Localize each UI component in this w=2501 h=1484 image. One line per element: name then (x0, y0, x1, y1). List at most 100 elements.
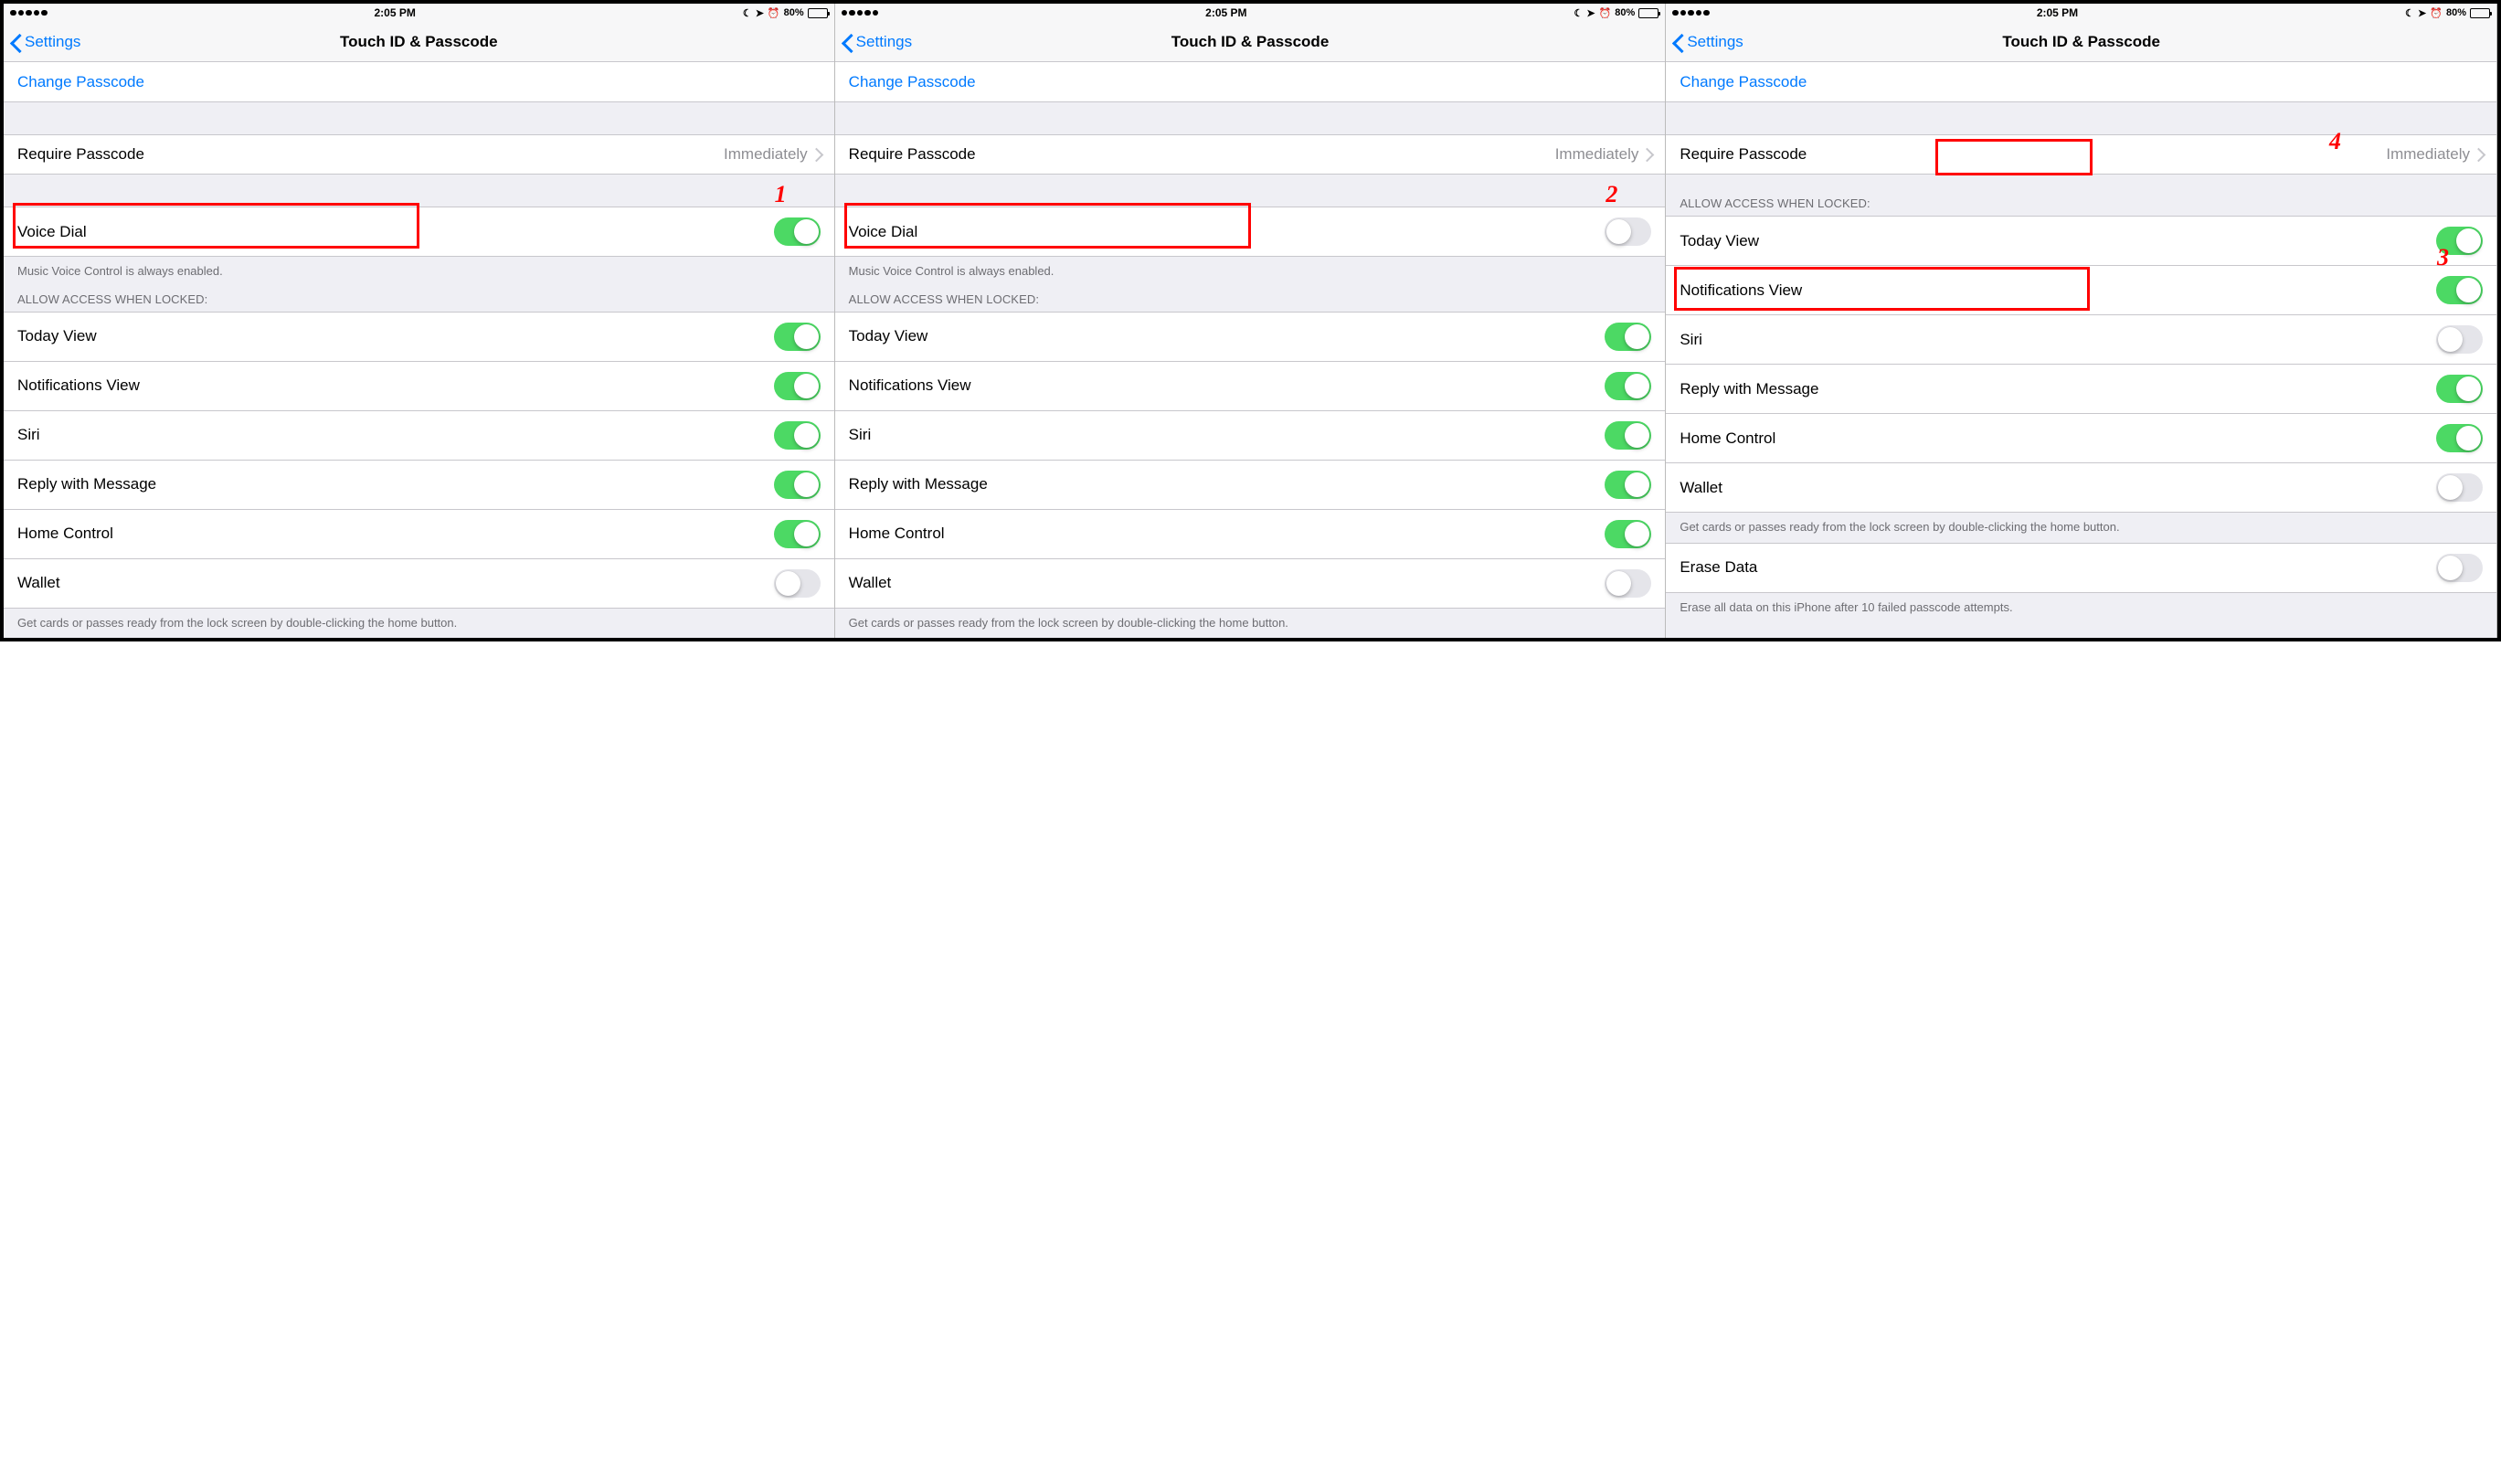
status-icons: ☾ ➤ ⏰ 80% (1574, 7, 1659, 19)
today-view-row[interactable]: Today View (1666, 217, 2496, 265)
clock: 2:05 PM (374, 6, 415, 19)
require-passcode-label: Require Passcode (17, 145, 144, 164)
annotation-number-1: 1 (775, 181, 787, 208)
allow-access-header: ALLOW ACCESS WHEN LOCKED: (1666, 175, 2496, 216)
back-button[interactable]: Settings (842, 33, 912, 51)
voice-dial-toggle[interactable] (774, 217, 821, 246)
wallet-toggle[interactable] (774, 569, 821, 598)
chevron-right-icon (2475, 148, 2483, 161)
clock: 2:05 PM (1205, 6, 1246, 19)
home-control-row[interactable]: Home Control (835, 509, 1666, 558)
wallet-row[interactable]: Wallet (835, 558, 1666, 609)
location-icon: ➤ (756, 7, 764, 19)
voice-dial-footer: Music Voice Control is always enabled. (835, 257, 1666, 287)
do-not-disturb-icon: ☾ (2405, 7, 2414, 19)
settings-content: Change Passcode Require Passcode Immedia… (835, 62, 1666, 638)
home-control-toggle[interactable] (774, 520, 821, 548)
settings-content: Change Passcode Require Passcode Immedia… (4, 62, 834, 638)
screenshot-pane-2: 2:05 PM ☾ ➤ ⏰ 80% Settings Touch ID & Pa… (835, 4, 1667, 638)
battery-percent: 80% (1615, 7, 1635, 18)
require-passcode-value: Immediately (724, 145, 821, 164)
battery-percent: 80% (2446, 7, 2466, 18)
annotation-number-2: 2 (1606, 181, 1617, 208)
chevron-left-icon (1673, 33, 1684, 51)
back-label: Settings (25, 33, 80, 51)
chevron-right-icon (813, 148, 821, 161)
erase-data-row[interactable]: Erase Data (1666, 543, 2496, 593)
annotation-number-3: 3 (2437, 244, 2449, 271)
siri-row[interactable]: Siri (1666, 314, 2496, 364)
home-control-row[interactable]: Home Control (4, 509, 834, 558)
change-passcode-row[interactable]: Change Passcode (4, 62, 834, 102)
signal-strength (10, 10, 48, 16)
home-control-toggle[interactable] (1605, 520, 1651, 548)
siri-toggle[interactable] (774, 421, 821, 450)
screenshot-pane-3: 2:05 PM ☾ ➤ ⏰ 80% Settings Touch ID & Pa… (1666, 4, 2497, 638)
require-passcode-row[interactable]: Require Passcode Immediately (835, 134, 1666, 175)
chevron-right-icon (1644, 148, 1651, 161)
reply-with-message-toggle[interactable] (774, 471, 821, 499)
wallet-row[interactable]: Wallet (1666, 462, 2496, 513)
notifications-view-row[interactable]: Notifications View (4, 361, 834, 410)
today-view-row[interactable]: Today View (835, 313, 1666, 361)
voice-dial-toggle[interactable] (1605, 217, 1651, 246)
location-icon: ➤ (2418, 7, 2426, 19)
today-view-toggle[interactable] (774, 323, 821, 351)
siri-toggle[interactable] (2436, 325, 2483, 354)
battery-icon (808, 8, 828, 18)
home-control-row[interactable]: Home Control (1666, 413, 2496, 462)
require-passcode-value: Immediately (2386, 145, 2483, 164)
status-bar: 2:05 PM ☾ ➤ ⏰ 80% (835, 4, 1666, 22)
reply-with-message-toggle[interactable] (1605, 471, 1651, 499)
wallet-row[interactable]: Wallet (4, 558, 834, 609)
reply-with-message-row[interactable]: Reply with Message (1666, 364, 2496, 413)
voice-dial-row[interactable]: Voice Dial (835, 207, 1666, 257)
alarm-icon: ⏰ (2430, 7, 2443, 19)
allow-access-header: ALLOW ACCESS WHEN LOCKED: (835, 287, 1666, 312)
change-passcode-row[interactable]: Change Passcode (835, 62, 1666, 102)
notifications-view-toggle[interactable] (774, 372, 821, 400)
page-title: Touch ID & Passcode (1666, 33, 2496, 51)
battery-icon (1638, 8, 1659, 18)
erase-data-toggle[interactable] (2436, 554, 2483, 582)
notifications-view-toggle[interactable] (2436, 276, 2483, 304)
voice-dial-footer: Music Voice Control is always enabled. (4, 257, 834, 287)
back-button[interactable]: Settings (11, 33, 80, 51)
page-title: Touch ID & Passcode (4, 33, 834, 51)
screenshot-pane-1: 2:05 PM ☾ ➤ ⏰ 80% Settings Touch ID & Pa… (4, 4, 835, 638)
notifications-view-row[interactable]: Notifications View (835, 361, 1666, 410)
require-passcode-row[interactable]: Require Passcode Immediately (4, 134, 834, 175)
status-bar: 2:05 PM ☾ ➤ ⏰ 80% (1666, 4, 2496, 22)
back-button[interactable]: Settings (1673, 33, 1743, 51)
nav-bar: Settings Touch ID & Passcode (1666, 22, 2496, 62)
notifications-view-row[interactable]: Notifications View (1666, 265, 2496, 314)
reply-with-message-row[interactable]: Reply with Message (835, 460, 1666, 509)
alarm-icon: ⏰ (768, 7, 780, 19)
change-passcode-row[interactable]: Change Passcode (1666, 62, 2496, 102)
allow-access-header: ALLOW ACCESS WHEN LOCKED: (4, 287, 834, 312)
location-icon: ➤ (1586, 7, 1595, 19)
erase-data-footer: Erase all data on this iPhone after 10 f… (1666, 593, 2496, 623)
voice-dial-row[interactable]: Voice Dial (4, 207, 834, 257)
back-label: Settings (1687, 33, 1743, 51)
notifications-view-toggle[interactable] (1605, 372, 1651, 400)
siri-row[interactable]: Siri (4, 410, 834, 460)
wallet-toggle[interactable] (1605, 569, 1651, 598)
wallet-toggle[interactable] (2436, 473, 2483, 502)
reply-with-message-row[interactable]: Reply with Message (4, 460, 834, 509)
require-passcode-row[interactable]: Require Passcode Immediately (1666, 134, 2496, 175)
signal-strength (842, 10, 879, 16)
home-control-toggle[interactable] (2436, 424, 2483, 452)
change-passcode-label: Change Passcode (17, 73, 144, 91)
today-view-toggle[interactable] (1605, 323, 1651, 351)
siri-row[interactable]: Siri (835, 410, 1666, 460)
signal-strength (1672, 10, 1710, 16)
back-label: Settings (856, 33, 912, 51)
settings-content: Change Passcode Require Passcode Immedia… (1666, 62, 2496, 622)
siri-toggle[interactable] (1605, 421, 1651, 450)
chevron-left-icon (11, 33, 22, 51)
nav-bar: Settings Touch ID & Passcode (4, 22, 834, 62)
today-view-row[interactable]: Today View (4, 313, 834, 361)
annotation-number-4: 4 (2329, 128, 2341, 155)
reply-with-message-toggle[interactable] (2436, 375, 2483, 403)
